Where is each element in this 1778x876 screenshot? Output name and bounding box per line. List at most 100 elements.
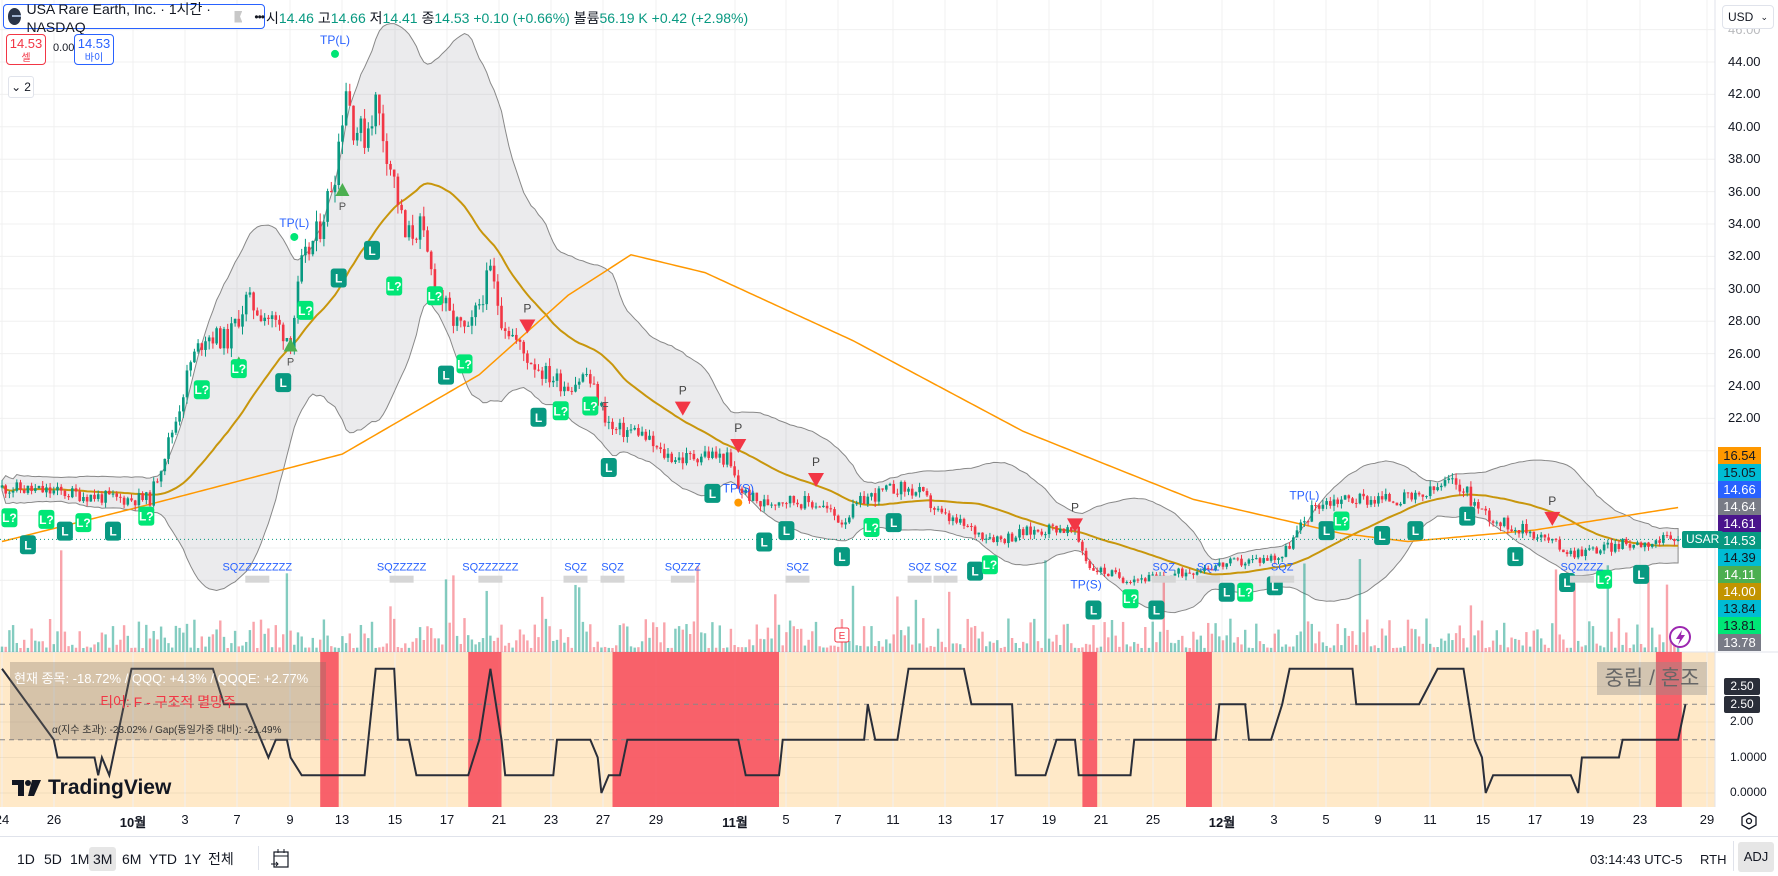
marker-Lq[interactable]: L? xyxy=(138,506,155,526)
marker-L[interactable]: L xyxy=(885,513,902,533)
marker-sqz[interactable]: SQZ xyxy=(933,562,958,583)
volume-bar xyxy=(304,647,307,652)
volume-bar xyxy=(1521,645,1524,652)
flag-icon[interactable] xyxy=(234,10,243,23)
marker-Lq[interactable]: L? xyxy=(75,513,92,533)
buy-button[interactable]: 14.53 바이 xyxy=(74,34,114,65)
volume-bar xyxy=(1491,640,1495,652)
range-button-전체[interactable]: 전체 xyxy=(204,847,238,871)
marker-Lq[interactable]: L? xyxy=(863,517,880,537)
marker-Lq[interactable]: L? xyxy=(193,380,210,400)
indicator-alpha: α(지수 초과): -23.02% / Gap(동일가중 대비): -21.49… xyxy=(52,725,282,736)
more-icon[interactable]: ••• xyxy=(254,10,265,24)
volume-bar xyxy=(1454,633,1458,652)
marker-sqz[interactable]: SQZZZZZ xyxy=(377,562,427,583)
marker-L[interactable]: L xyxy=(275,373,292,393)
sell-button[interactable]: 14.53 셀 xyxy=(6,34,46,65)
tradingview-logo[interactable]: TradingView xyxy=(12,776,171,800)
volume-bar xyxy=(233,630,237,652)
marker-L[interactable]: L xyxy=(438,365,454,385)
marker-L[interactable]: L xyxy=(600,458,617,477)
volume-bar xyxy=(792,626,795,652)
marker-sqz[interactable]: SQZ xyxy=(785,562,810,583)
marker-sqz[interactable]: SQZZZ xyxy=(665,562,701,583)
signal-label: L xyxy=(442,369,449,383)
marker-Lq[interactable]: L? xyxy=(426,286,443,306)
marker-L[interactable]: L xyxy=(1218,582,1235,602)
marker-sqz[interactable]: SQZ xyxy=(600,562,625,583)
marker-L[interactable]: L xyxy=(105,521,121,541)
range-button-5D[interactable]: 5D xyxy=(40,847,66,871)
indicator-red-zone xyxy=(612,652,779,807)
marker-L[interactable]: L xyxy=(530,407,547,427)
marker-L[interactable]: L xyxy=(1318,521,1335,541)
lightning-icon[interactable] xyxy=(1669,626,1691,648)
marker-L[interactable]: L xyxy=(1374,526,1391,546)
volume-bar xyxy=(570,647,573,652)
marker-Lq[interactable]: L? xyxy=(386,276,403,296)
marker-Lq[interactable]: L? xyxy=(297,300,314,320)
volume-bar xyxy=(241,645,244,652)
volume-bar xyxy=(951,643,955,652)
marker-sqz[interactable]: SQZ xyxy=(907,562,932,583)
time-axis-label: 17 xyxy=(989,812,1005,827)
goto-date-icon[interactable] xyxy=(270,848,290,870)
symbol-legend[interactable]: USA Rare Earth, Inc. · 1시간 · NASDAQ ••• xyxy=(3,1,265,35)
marker-text[interactable]: TP(S) xyxy=(1070,578,1101,592)
marker-text[interactable]: F xyxy=(601,399,608,413)
range-button-6M[interactable]: 6M xyxy=(118,847,145,871)
marker-sqz[interactable]: SQZZZZZZ xyxy=(462,562,519,583)
indicator-tick: 2.00 xyxy=(1730,714,1754,728)
marker-L[interactable]: L xyxy=(1633,564,1650,584)
marker-text[interactable]: TP(L) xyxy=(1289,488,1319,502)
adj-toggle[interactable]: ADJ xyxy=(1738,842,1774,872)
marker-Lq[interactable]: L? xyxy=(1237,582,1254,602)
marker-earnings[interactable]: E xyxy=(834,627,850,643)
marker-L[interactable]: L xyxy=(967,561,984,581)
marker-sqz[interactable]: SQZ xyxy=(1270,562,1295,583)
settings-icon[interactable] xyxy=(1740,812,1758,830)
marker-Lq[interactable]: L? xyxy=(230,359,247,379)
volume-bar xyxy=(1221,640,1225,652)
marker-L[interactable]: L xyxy=(756,532,773,552)
volume-bar xyxy=(1547,647,1550,652)
marker-Lq[interactable]: L? xyxy=(1122,589,1139,609)
range-button-YTD[interactable]: YTD xyxy=(145,847,181,871)
clock[interactable]: 03:14:43 UTC-5 xyxy=(1590,852,1683,867)
range-button-1D[interactable]: 1D xyxy=(13,847,39,871)
marker-L[interactable]: L xyxy=(704,483,721,503)
currency-select[interactable]: USD ⌄ xyxy=(1722,5,1774,29)
rth-toggle[interactable]: RTH xyxy=(1700,852,1726,867)
marker-sqz[interactable]: SQZ xyxy=(1151,562,1176,583)
collapse-indicators-button[interactable]: ⌄ 2 xyxy=(8,76,34,98)
marker-dot[interactable]: TP(L) xyxy=(279,216,309,241)
marker-L[interactable]: L xyxy=(1085,600,1102,620)
marker-Lq[interactable]: L? xyxy=(38,509,55,529)
marker-L[interactable]: L xyxy=(364,240,380,260)
range-button-3M[interactable]: 3M xyxy=(89,847,117,871)
marker-L[interactable]: L xyxy=(56,521,73,541)
range-button-1Y[interactable]: 1Y xyxy=(180,847,205,871)
marker-L[interactable]: L xyxy=(1407,521,1424,541)
marker-L[interactable]: L xyxy=(1148,600,1165,620)
marker-L[interactable]: L xyxy=(330,268,347,288)
marker-Lq[interactable]: L? xyxy=(1333,511,1350,531)
marker-sqz[interactable]: SQZ xyxy=(563,562,588,583)
marker-Lq[interactable]: L? xyxy=(981,555,998,575)
marker-L[interactable]: L xyxy=(19,535,36,555)
marker-Lq[interactable]: L? xyxy=(456,354,473,374)
marker-L[interactable]: L xyxy=(833,547,850,567)
marker-Lq[interactable]: L? xyxy=(1,508,18,528)
marker-Lq[interactable]: L? xyxy=(582,396,599,416)
volume-value: 56.19 K xyxy=(599,10,648,26)
marker-L[interactable]: L xyxy=(1507,547,1524,567)
squeeze-label: SQZ xyxy=(908,562,931,574)
marker-L[interactable]: L xyxy=(778,521,795,541)
volume-bar xyxy=(615,645,618,652)
marker-Lq[interactable]: L? xyxy=(552,401,569,421)
marker-sqz[interactable]: SQZ xyxy=(1196,562,1221,583)
marker-dot[interactable]: TP(L) xyxy=(320,33,350,58)
marker-L[interactable]: L xyxy=(1459,506,1476,526)
volume-bar xyxy=(751,645,755,652)
pivot-label: P xyxy=(339,201,346,213)
